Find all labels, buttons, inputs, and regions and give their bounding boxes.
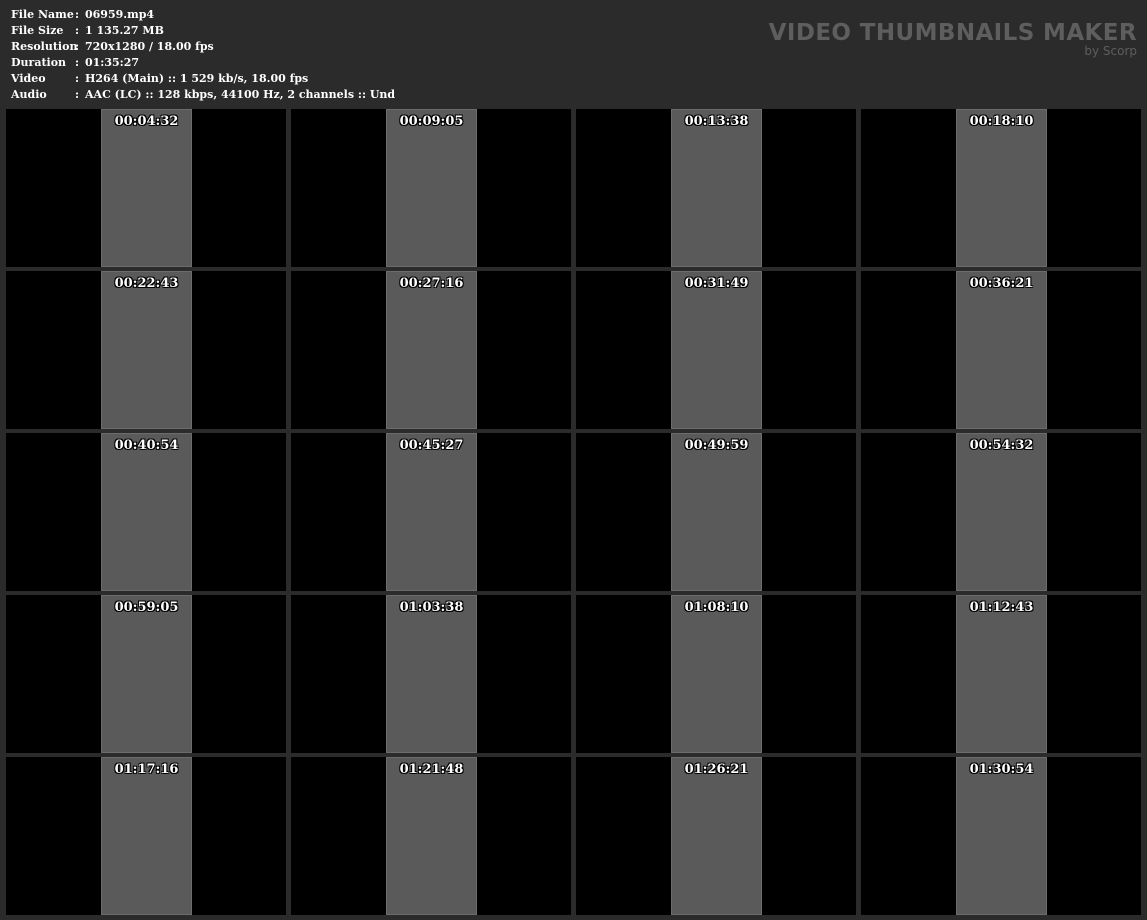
thumbnail-cell: 00:09:05 [291, 109, 571, 267]
file-info-label: Duration [11, 56, 67, 69]
thumbnail-placeholder [671, 109, 762, 267]
thumbnail-placeholder [956, 433, 1047, 591]
thumbnail-cell: 00:40:54 [6, 433, 286, 591]
file-info-value: 01:35:27 [85, 56, 140, 69]
thumbnail-cell: 00:49:59 [576, 433, 856, 591]
file-info-row: File Name:06959.mp4 [11, 7, 395, 23]
file-info-separator: : [75, 24, 80, 37]
thumbnail-timestamp: 00:09:05 [399, 114, 464, 129]
thumbnail-timestamp: 00:45:27 [399, 438, 464, 453]
thumbnail-timestamp: 01:30:54 [969, 762, 1034, 777]
thumbnail-timestamp: 00:27:16 [399, 276, 464, 291]
thumbnail-cell: 01:26:21 [576, 757, 856, 915]
file-info-label: Video [11, 72, 46, 85]
thumbnail-cell: 00:59:05 [6, 595, 286, 753]
file-info-label: File Name [11, 8, 74, 21]
thumbnail-placeholder [101, 271, 192, 429]
file-info-separator: : [75, 72, 80, 85]
thumbnail-placeholder [671, 433, 762, 591]
thumbnail-timestamp: 00:54:32 [969, 438, 1034, 453]
file-info-label: File Size [11, 24, 64, 37]
thumbnail-placeholder [101, 595, 192, 753]
thumbnail-placeholder [671, 595, 762, 753]
thumbnail-timestamp: 01:26:21 [684, 762, 749, 777]
thumbnail-cell: 00:27:16 [291, 271, 571, 429]
file-info-row: Video: H264 (Main) :: 1 529 kb/s, 18.00 f… [11, 71, 395, 87]
thumbnail-grid: 00:04:32 00:09:05 00:13:38 00:18:10 00:22:43… [6, 109, 1141, 915]
file-info-row: File Size:1 135.27 MB [11, 23, 395, 39]
thumbnail-timestamp: 01:03:38 [399, 600, 464, 615]
thumbnail-timestamp: 00:22:43 [114, 276, 179, 291]
thumbnail-placeholder [956, 757, 1047, 915]
thumbnail-cell: 01:03:38 [291, 595, 571, 753]
thumbnail-timestamp: 00:59:05 [114, 600, 179, 615]
brand-watermark: VIDEO THUMBNAILS MAKER by Scorp [769, 20, 1137, 58]
thumbnail-cell: 01:08:10 [576, 595, 856, 753]
brand-subtitle: by Scorp [1084, 44, 1137, 58]
thumbnail-placeholder [386, 757, 477, 915]
thumbnail-placeholder [956, 271, 1047, 429]
thumbnail-cell: 01:30:54 [861, 757, 1141, 915]
file-info-separator: : [75, 88, 80, 101]
thumbnail-placeholder [386, 109, 477, 267]
thumbnail-cell: 01:12:43 [861, 595, 1141, 753]
file-info-value: 1 135.27 MB [85, 24, 164, 37]
thumbnail-timestamp: 00:49:59 [684, 438, 749, 453]
thumbnail-placeholder [101, 757, 192, 915]
file-info-value: H264 (Main) :: 1 529 kb/s, 18.00 fps [85, 72, 309, 85]
file-info-value: AAC (LC) :: 128 kbps, 44100 Hz, 2 channe… [85, 88, 396, 101]
file-info-row: Resolution:720x1280 / 18.00 fps [11, 39, 395, 55]
brand-title: VIDEO THUMBNAILS MAKER [768, 20, 1137, 46]
thumbnail-timestamp: 00:04:32 [114, 114, 179, 129]
thumbnail-cell: 00:18:10 [861, 109, 1141, 267]
thumbnail-timestamp: 01:08:10 [684, 600, 749, 615]
file-info-row: Duration:01:35:27 [11, 55, 395, 71]
thumbnail-cell: 00:04:32 [6, 109, 286, 267]
file-info-label: Audio [11, 88, 47, 101]
thumbnail-cell: 00:36:21 [861, 271, 1141, 429]
thumbnail-timestamp: 01:17:16 [114, 762, 179, 777]
thumbnail-cell: 01:17:16 [6, 757, 286, 915]
file-info-separator: : [75, 40, 80, 53]
thumbnail-timestamp: 00:36:21 [969, 276, 1034, 291]
thumbnail-placeholder [101, 109, 192, 267]
header: File Name:06959.mp4 File Size:1 135.27 MB… [0, 0, 1147, 108]
thumbnail-cell: 01:21:48 [291, 757, 571, 915]
file-info-row: Audio: AAC (LC) :: 128 kbps, 44100 Hz, 2 … [11, 87, 395, 103]
thumbnail-placeholder [956, 109, 1047, 267]
thumbnail-cell: 00:13:38 [576, 109, 856, 267]
thumbnail-placeholder [386, 271, 477, 429]
file-info-label: Resolution [11, 40, 78, 53]
file-info: File Name:06959.mp4 File Size:1 135.27 MB… [11, 7, 395, 103]
thumbnail-placeholder [956, 595, 1047, 753]
thumbnail-timestamp: 00:40:54 [114, 438, 179, 453]
thumbnail-placeholder [386, 595, 477, 753]
file-info-separator: : [75, 56, 80, 69]
thumbnail-cell: 00:54:32 [861, 433, 1141, 591]
thumbnail-cell: 00:31:49 [576, 271, 856, 429]
thumbnail-placeholder [671, 757, 762, 915]
thumbnail-placeholder [101, 433, 192, 591]
thumbnail-placeholder [386, 433, 477, 591]
thumbnail-timestamp: 00:31:49 [684, 276, 749, 291]
thumbnail-timestamp: 01:12:43 [969, 600, 1034, 615]
thumbnail-timestamp: 00:18:10 [969, 114, 1034, 129]
thumbnail-timestamp: 00:13:38 [684, 114, 749, 129]
thumbnail-timestamp: 01:21:48 [399, 762, 464, 777]
thumbnail-cell: 00:22:43 [6, 271, 286, 429]
file-info-separator: : [75, 8, 80, 21]
file-info-value: 06959.mp4 [85, 8, 155, 21]
thumbnail-placeholder [671, 271, 762, 429]
file-info-value: 720x1280 / 18.00 fps [85, 40, 214, 53]
thumbnail-cell: 00:45:27 [291, 433, 571, 591]
